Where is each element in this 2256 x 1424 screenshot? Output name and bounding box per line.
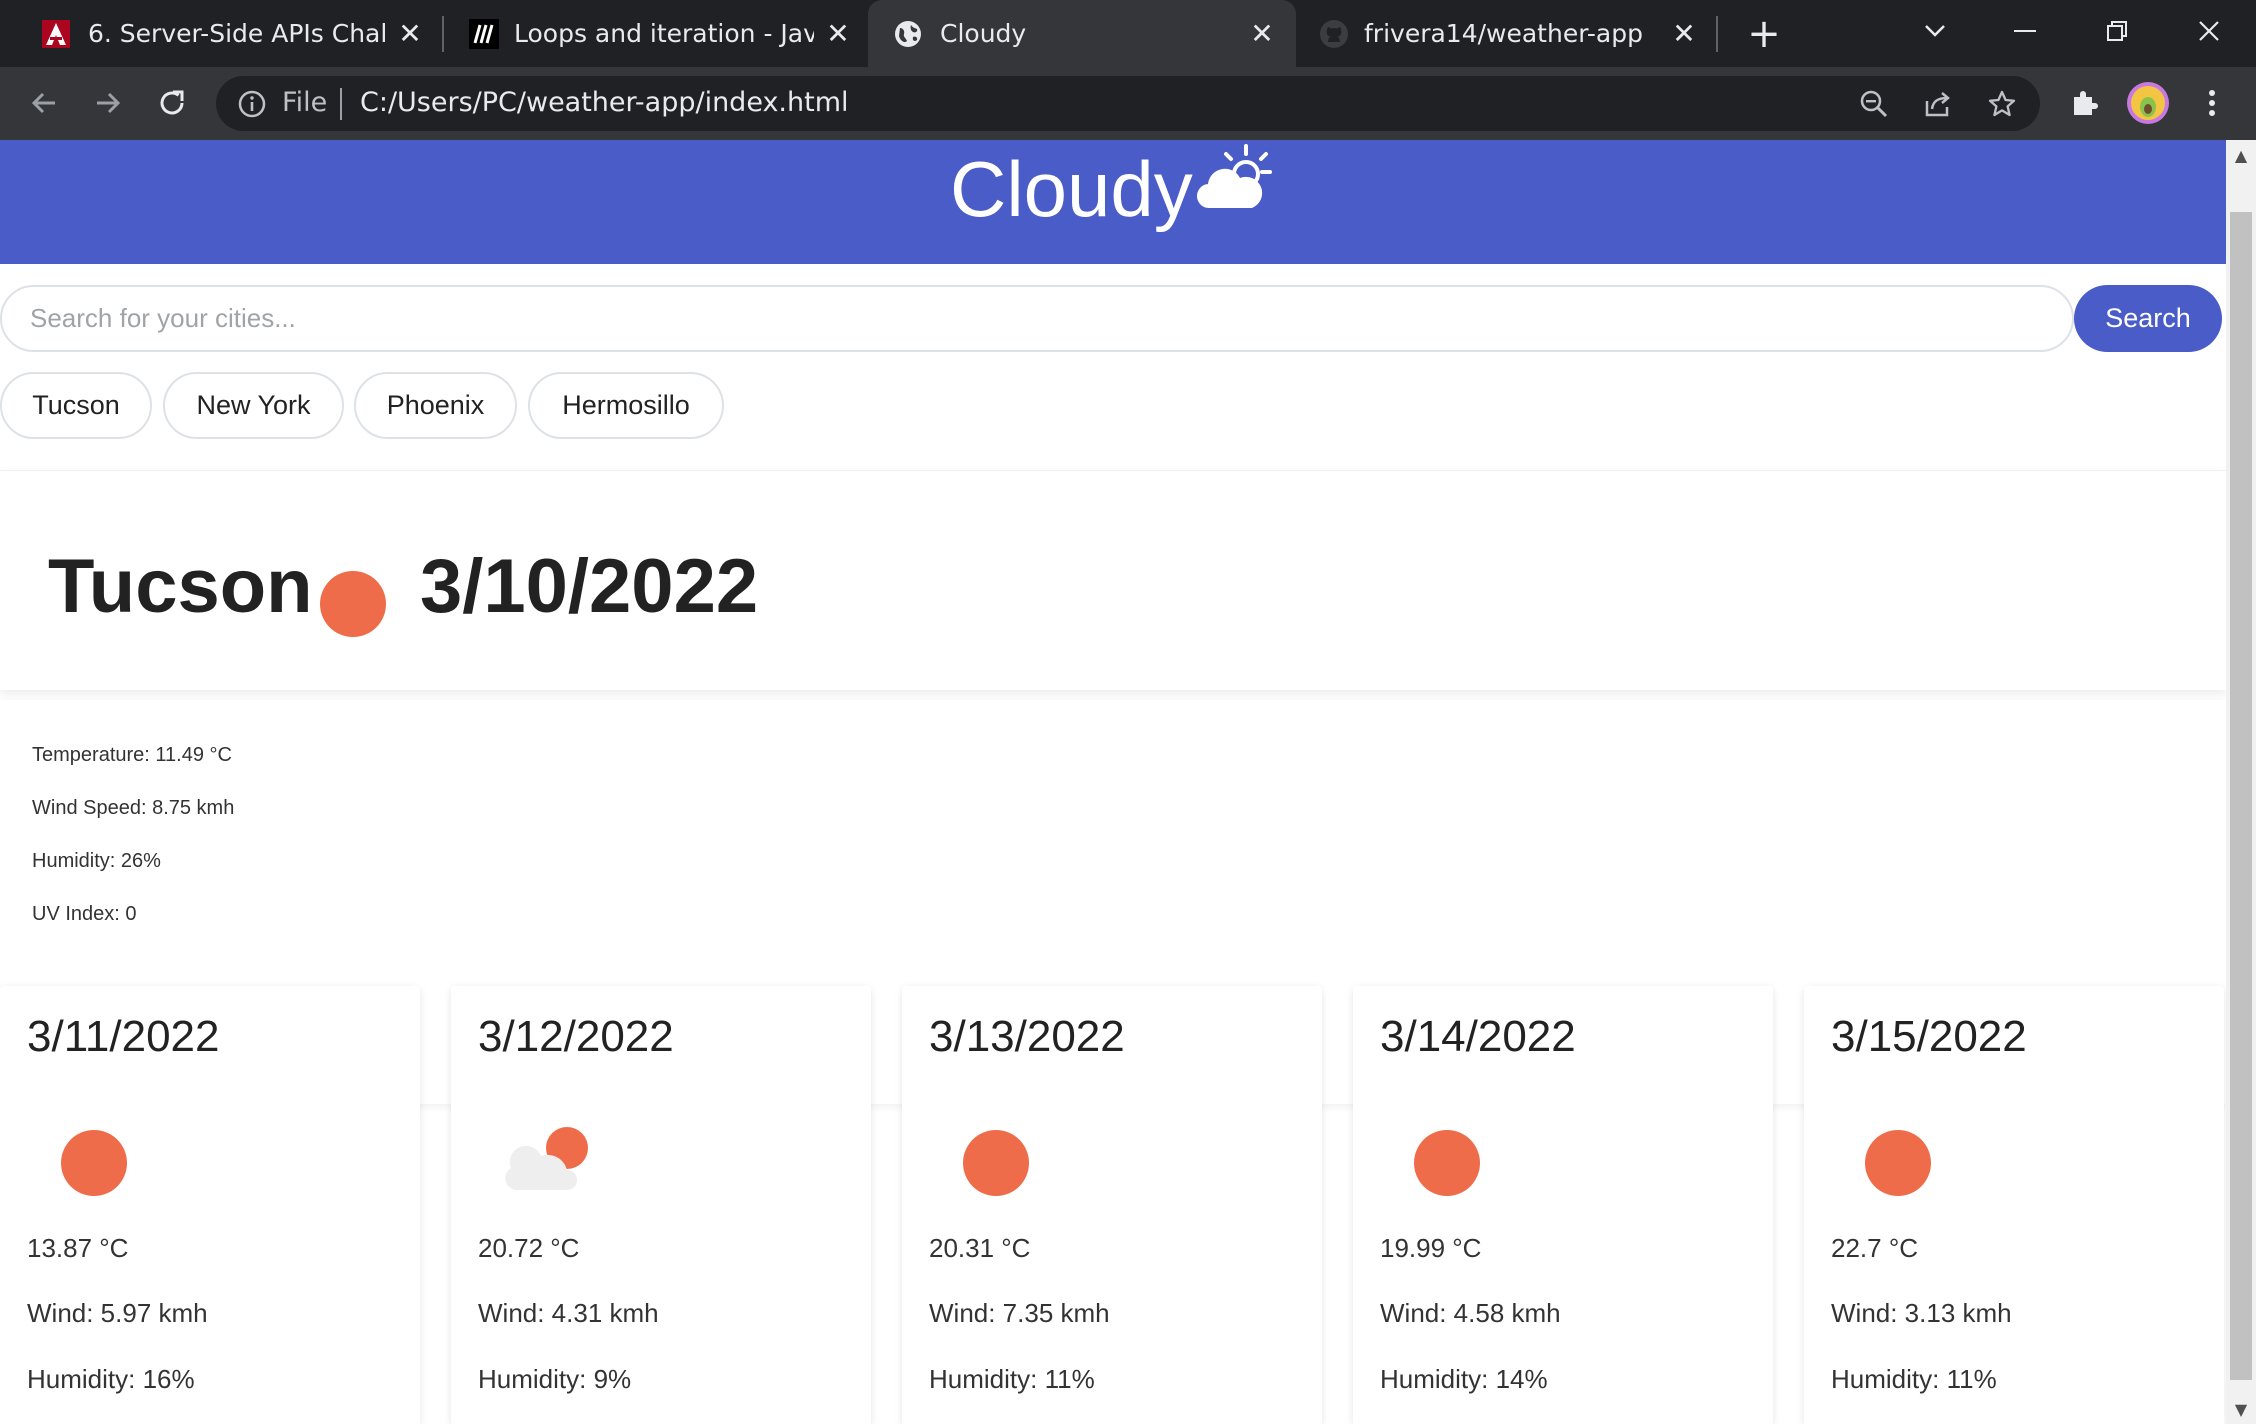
scrollbar-thumb[interactable] [2230, 212, 2252, 1380]
city-button-new-york[interactable]: New York [163, 372, 344, 439]
site-info-icon[interactable] [236, 88, 268, 120]
scroll-up-arrow-icon[interactable]: ▲ [2226, 140, 2256, 170]
city-button-tucson[interactable]: Tucson [0, 372, 152, 439]
close-tab-icon[interactable]: ✕ [392, 16, 428, 52]
forecast-date: 3/14/2022 [1380, 1012, 1576, 1061]
sun-icon [963, 1130, 1029, 1196]
forecast-humidity: Humidity: 11% [929, 1364, 1095, 1394]
forecast-wind: Wind: 5.97 kmh [27, 1298, 208, 1328]
close-tab-icon[interactable]: ✕ [820, 16, 856, 52]
tab-title: Loops and iteration - JavaSc [514, 19, 814, 48]
url-text[interactable]: C:/Users/PC/weather-app/index.html [360, 87, 849, 118]
forecast-wind: Wind: 4.31 kmh [478, 1298, 659, 1328]
forecast-card: 3/13/2022 20.31 °C Wind: 7.35 kmh Humidi… [902, 986, 1322, 1424]
sun-icon [320, 571, 386, 637]
city-button-phoenix[interactable]: Phoenix [354, 372, 517, 439]
forecast-card: 3/12/2022 20.72 °C Wind: 4.31 kmh Humidi… [451, 986, 871, 1424]
current-wind-speed: Wind Speed: 8.75 kmh [32, 797, 235, 819]
tab-github-weather-app[interactable]: frivera14/weather-app ✕ [1296, 0, 1720, 67]
tab-title: 6. Server-Side APIs Challeng [88, 19, 388, 48]
new-tab-button[interactable]: + [1742, 11, 1786, 57]
browser-menu-icon[interactable] [2190, 81, 2234, 125]
mdn-icon [468, 18, 500, 50]
reload-icon[interactable] [148, 79, 196, 127]
forecast-date: 3/11/2022 [27, 1012, 220, 1061]
close-window-icon[interactable] [2184, 8, 2234, 54]
forecast-card: 3/14/2022 19.99 °C Wind: 4.58 kmh Humidi… [1353, 986, 1773, 1424]
current-weather-card: Tucson 3/10/2022 [0, 470, 2226, 690]
browser-toolbar: File C:/Users/PC/weather-app/index.html [0, 67, 2256, 140]
forecast-card: 3/15/2022 22.7 °C Wind: 3.13 kmh Humidit… [1804, 986, 2224, 1424]
cloud-sun-icon [1196, 142, 1272, 212]
forecast-wind: Wind: 3.13 kmh [1831, 1298, 2012, 1328]
omnibox-divider [340, 88, 342, 120]
page-scrollbar[interactable]: ▲ ▼ [2226, 140, 2256, 1424]
search-button[interactable]: Search [2074, 285, 2222, 352]
restore-icon[interactable] [2092, 8, 2142, 54]
forecast-temperature: 13.87 °C [27, 1233, 129, 1263]
forecast-temperature: 20.31 °C [929, 1233, 1031, 1263]
address-bar[interactable]: File C:/Users/PC/weather-app/index.html [216, 76, 2040, 131]
forecast-card: 3/11/2022 13.87 °C Wind: 5.97 kmh Humidi… [0, 986, 420, 1424]
page-viewport: Cloudy Search Tucson New York Phoenix He… [0, 140, 2226, 1424]
back-icon[interactable] [20, 79, 68, 127]
globe-icon [892, 18, 924, 50]
tab-title: frivera14/weather-app [1364, 19, 1643, 48]
arizona-a-icon [40, 18, 72, 50]
site-title: Cloudy [950, 145, 1193, 233]
tab-title: Cloudy [940, 19, 1027, 48]
current-date: 3/10/2022 [420, 544, 759, 629]
extensions-icon[interactable] [2062, 81, 2106, 125]
current-uv-index: UV Index: 0 [32, 903, 137, 925]
tab-search-chevron-icon[interactable] [1910, 8, 1960, 54]
forecast-humidity: Humidity: 16% [27, 1364, 195, 1394]
forecast-date: 3/15/2022 [1831, 1012, 2027, 1061]
forecast-date: 3/13/2022 [929, 1012, 1125, 1061]
forward-icon[interactable] [84, 79, 132, 127]
forecast-wind: Wind: 4.58 kmh [1380, 1298, 1561, 1328]
github-icon [1318, 18, 1350, 50]
forecast-temperature: 19.99 °C [1380, 1233, 1482, 1263]
tab-loops-iteration[interactable]: Loops and iteration - JavaSc ✕ [444, 0, 868, 67]
share-icon[interactable] [1920, 86, 1956, 122]
scroll-down-arrow-icon[interactable]: ▼ [2226, 1394, 2256, 1424]
tab-cloudy[interactable]: Cloudy ✕ [868, 0, 1296, 67]
tab-server-side-apis[interactable]: 6. Server-Side APIs Challeng ✕ [0, 0, 440, 67]
forecast-date: 3/12/2022 [478, 1012, 674, 1061]
city-button-hermosillo[interactable]: Hermosillo [528, 372, 724, 439]
current-temperature: Temperature: 11.49 °C [32, 744, 232, 766]
profile-avatar-icon[interactable] [2126, 81, 2170, 125]
cloud-sun-icon [501, 1126, 597, 1196]
forecast-temperature: 20.72 °C [478, 1233, 580, 1263]
forecast-humidity: Humidity: 9% [478, 1364, 632, 1394]
sun-icon [1414, 1130, 1480, 1196]
close-tab-icon[interactable]: ✕ [1666, 16, 1702, 52]
tab-separator [1716, 16, 1718, 52]
tab-strip: 6. Server-Side APIs Challeng ✕ Loops and… [0, 0, 2256, 67]
city-search-input[interactable] [0, 285, 2074, 352]
sun-icon [61, 1130, 127, 1196]
forecast-humidity: Humidity: 11% [1831, 1364, 1997, 1394]
minimize-icon[interactable] [2000, 8, 2050, 54]
zoom-icon[interactable] [1856, 86, 1892, 122]
forecast-temperature: 22.7 °C [1831, 1233, 1919, 1263]
forecast-humidity: Humidity: 14% [1380, 1364, 1548, 1394]
scheme-label: File [282, 87, 328, 118]
sun-icon [1865, 1130, 1931, 1196]
current-humidity: Humidity: 26% [32, 850, 161, 872]
site-header: Cloudy [0, 140, 2226, 264]
bookmark-star-icon[interactable] [1984, 86, 2020, 122]
close-tab-icon[interactable]: ✕ [1244, 16, 1280, 52]
forecast-wind: Wind: 7.35 kmh [929, 1298, 1110, 1328]
current-city-name: Tucson [48, 544, 313, 629]
